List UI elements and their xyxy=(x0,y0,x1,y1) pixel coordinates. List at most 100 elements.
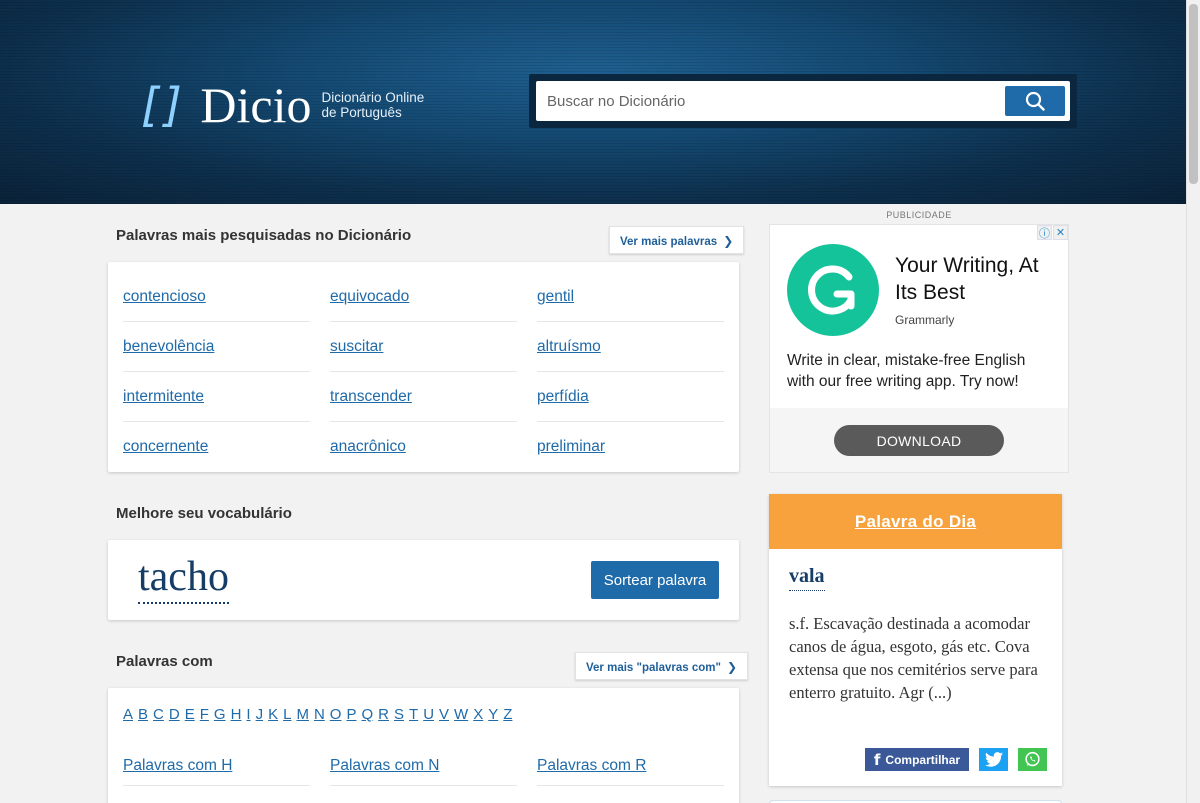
ad-body: Write in clear, mistake-free English wit… xyxy=(787,352,1026,390)
letter-link[interactable]: F xyxy=(200,706,209,723)
more-words-label: Ver mais palavras xyxy=(620,236,718,248)
words-with-link[interactable]: Palavras com R xyxy=(537,757,646,775)
ad-content: ⓘ ✕ Your Writing, At Its Best Grammarly … xyxy=(770,225,1068,408)
word-of-day-word[interactable]: vala xyxy=(789,565,825,591)
letter-link[interactable]: B xyxy=(138,706,148,723)
letter-link[interactable]: I xyxy=(246,706,250,723)
word-row: intermitente transcender perfídia xyxy=(123,372,725,422)
letter-link[interactable]: M xyxy=(296,706,309,723)
word-cell: perfídia xyxy=(537,372,724,422)
word-cell: preliminar xyxy=(537,422,724,472)
search-form xyxy=(529,74,1077,128)
letter-link[interactable]: Z xyxy=(503,706,512,723)
whatsapp-share-button[interactable] xyxy=(1018,748,1047,771)
site-logo[interactable]: [] Dicio Dicionário Online de Português xyxy=(137,80,424,130)
share-label: Compartilhar xyxy=(885,752,961,767)
word-cell: gentil xyxy=(537,272,724,322)
vocabulary-title: Melhore seu vocabulário xyxy=(116,505,292,522)
chevron-right-icon: ❯ xyxy=(726,660,737,674)
letter-link[interactable]: L xyxy=(283,706,291,723)
letter-link[interactable]: Y xyxy=(488,706,498,723)
ad-download-button[interactable]: DOWNLOAD xyxy=(834,425,1004,456)
letter-link[interactable]: X xyxy=(473,706,483,723)
words-with-link[interactable]: Palavras com H xyxy=(123,757,232,775)
logo-tagline: Dicionário Online de Português xyxy=(321,90,424,120)
word-cell: contencioso xyxy=(123,272,310,322)
letter-link[interactable]: N xyxy=(314,706,325,723)
word-cell: transcender xyxy=(330,372,517,422)
word-link[interactable]: perfídia xyxy=(537,388,589,406)
letter-link[interactable]: Q xyxy=(361,706,373,723)
more-words-button[interactable]: Ver mais palavras ❯ xyxy=(609,226,745,254)
words-with-links: Palavras com H Palavras com N Palavras c… xyxy=(123,746,744,786)
word-of-day-card: Palavra do Dia vala s.f. Escavação desti… xyxy=(769,494,1062,786)
word-of-day-header: Palavra do Dia xyxy=(769,494,1062,549)
word-link[interactable]: concernente xyxy=(123,438,208,456)
word-link[interactable]: intermitente xyxy=(123,388,204,406)
grammarly-g-icon xyxy=(808,265,855,315)
ad-info-icon[interactable]: ⓘ xyxy=(1037,225,1052,240)
letter-link[interactable]: W xyxy=(454,706,468,723)
random-word-link[interactable]: tacho xyxy=(138,552,229,604)
logo-brackets-icon: [] xyxy=(137,78,186,132)
letter-link[interactable]: D xyxy=(169,706,180,723)
letter-link[interactable]: K xyxy=(268,706,278,723)
letter-link[interactable]: P xyxy=(346,706,356,723)
letter-link[interactable]: C xyxy=(153,706,164,723)
whatsapp-icon xyxy=(1025,751,1040,767)
letter-link[interactable]: A xyxy=(123,706,133,723)
word-of-day-definition: s.f. Escavação destinada a acomodar cano… xyxy=(789,614,1038,702)
vocabulary-card: tacho Sortear palavra xyxy=(108,540,739,620)
word-link[interactable]: contencioso xyxy=(123,288,206,306)
letter-link[interactable]: S xyxy=(394,706,404,723)
word-cell: benevolência xyxy=(123,322,310,372)
letter-link[interactable]: O xyxy=(330,706,342,723)
word-link[interactable]: anacrônico xyxy=(330,438,406,456)
word-cell: anacrônico xyxy=(330,422,517,472)
letter-link[interactable]: H xyxy=(231,706,242,723)
word-link[interactable]: suscitar xyxy=(330,338,383,356)
letter-link[interactable]: G xyxy=(214,706,226,723)
more-words-with-button[interactable]: Ver mais "palavras com" ❯ xyxy=(575,652,748,680)
word-link[interactable]: benevolência xyxy=(123,338,214,356)
search-icon xyxy=(1025,91,1045,111)
word-row: concernente anacrônico preliminar xyxy=(123,422,725,472)
facebook-share-button[interactable]: f Compartilhar xyxy=(865,748,969,771)
word-of-day-title-link[interactable]: Palavra do Dia xyxy=(855,512,976,532)
chevron-right-icon: ❯ xyxy=(723,234,734,248)
twitter-icon xyxy=(984,752,1003,767)
word-link[interactable]: gentil xyxy=(537,288,574,306)
word-link[interactable]: equivocado xyxy=(330,288,409,306)
tagline-line-2: de Português xyxy=(321,105,402,120)
letter-link[interactable]: T xyxy=(409,706,418,723)
word-row: contencioso equivocado gentil xyxy=(123,272,725,322)
ad-brand: Grammarly xyxy=(895,313,955,327)
letter-link[interactable]: U xyxy=(423,706,434,723)
search-button[interactable] xyxy=(1005,86,1065,116)
ad-close-icon[interactable]: ✕ xyxy=(1053,225,1068,240)
advertisement[interactable]: ⓘ ✕ Your Writing, At Its Best Grammarly … xyxy=(769,224,1069,473)
word-link[interactable]: altruísmo xyxy=(537,338,601,356)
word-cell: concernente xyxy=(123,422,310,472)
twitter-share-button[interactable] xyxy=(979,748,1008,771)
scrollbar-thumb[interactable] xyxy=(1189,4,1198,184)
word-cell: suscitar xyxy=(330,322,517,372)
letter-link[interactable]: R xyxy=(378,706,389,723)
letter-link[interactable]: J xyxy=(256,706,264,723)
word-link[interactable]: transcender xyxy=(330,388,412,406)
words-with-link[interactable]: Palavras com N xyxy=(330,757,439,775)
logo-wordmark: Dicio xyxy=(200,77,312,133)
page-scrollbar[interactable] xyxy=(1186,0,1200,803)
random-word-button[interactable]: Sortear palavra xyxy=(591,561,719,599)
most-searched-grid: contencioso equivocado gentil benevolênc… xyxy=(123,272,725,472)
letter-link[interactable]: E xyxy=(185,706,195,723)
letter-link[interactable]: V xyxy=(439,706,449,723)
word-link[interactable]: preliminar xyxy=(537,438,605,456)
search-input[interactable] xyxy=(536,81,996,121)
word-cell: equivocado xyxy=(330,272,517,322)
word-row: benevolência suscitar altruísmo xyxy=(123,322,725,372)
most-searched-title: Palavras mais pesquisadas no Dicionário xyxy=(116,227,412,244)
words-with-cell: Palavras com R xyxy=(537,746,724,786)
words-with-cell: Palavras com N xyxy=(330,746,517,786)
most-searched-card: contencioso equivocado gentil benevolênc… xyxy=(108,262,739,472)
